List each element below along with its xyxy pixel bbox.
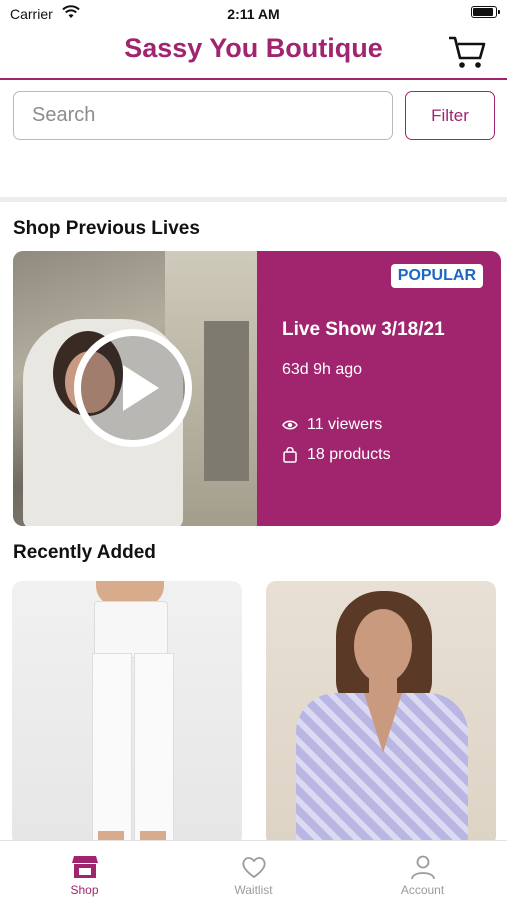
section-title-recently-added: Recently Added xyxy=(13,542,156,563)
viewers-count: 11 viewers xyxy=(307,416,383,433)
app-header: Sassy You Boutique xyxy=(0,28,507,78)
status-bar: Carrier 2:11 AM xyxy=(0,0,507,28)
cart-button[interactable] xyxy=(447,34,487,70)
popular-badge: POPULAR xyxy=(390,264,483,288)
tab-shop[interactable]: Shop xyxy=(0,841,169,901)
section-divider xyxy=(0,197,507,202)
product-image xyxy=(94,601,168,658)
products-stat: 18 products xyxy=(282,446,391,464)
live-show-card[interactable]: POPULAR Live Show 3/18/21 63d 9h ago 11 … xyxy=(13,251,501,526)
tab-label: Shop xyxy=(70,883,99,897)
video-thumbnail[interactable] xyxy=(13,251,257,526)
play-icon[interactable] xyxy=(74,329,192,447)
product-card[interactable] xyxy=(266,581,496,846)
page-title: Sassy You Boutique xyxy=(124,33,383,63)
tab-label: Account xyxy=(400,883,445,897)
product-card[interactable] xyxy=(12,581,242,846)
filter-button[interactable]: Filter xyxy=(405,91,495,140)
person-icon xyxy=(410,855,435,880)
search-input[interactable] xyxy=(13,91,393,140)
tab-bar: Shop Waitlist Account xyxy=(0,840,507,901)
store-icon xyxy=(71,856,98,878)
battery-icon xyxy=(471,6,500,18)
section-title-previous-lives: Shop Previous Lives xyxy=(13,218,200,239)
products-count: 18 products xyxy=(307,446,391,463)
cart-icon xyxy=(449,36,486,68)
live-show-title: Live Show 3/18/21 xyxy=(282,319,445,340)
shopping-bag-icon xyxy=(283,447,297,463)
live-show-info: POPULAR Live Show 3/18/21 63d 9h ago 11 … xyxy=(257,251,501,526)
tab-waitlist[interactable]: Waitlist xyxy=(169,841,338,901)
eye-icon xyxy=(282,420,298,430)
header-divider xyxy=(0,78,507,80)
viewers-stat: 11 viewers xyxy=(282,416,382,434)
live-show-time: 63d 9h ago xyxy=(282,361,363,378)
tab-label: Waitlist xyxy=(234,883,273,897)
heart-icon xyxy=(241,857,266,879)
tab-account[interactable]: Account xyxy=(338,841,507,901)
status-time: 2:11 AM xyxy=(227,6,280,22)
